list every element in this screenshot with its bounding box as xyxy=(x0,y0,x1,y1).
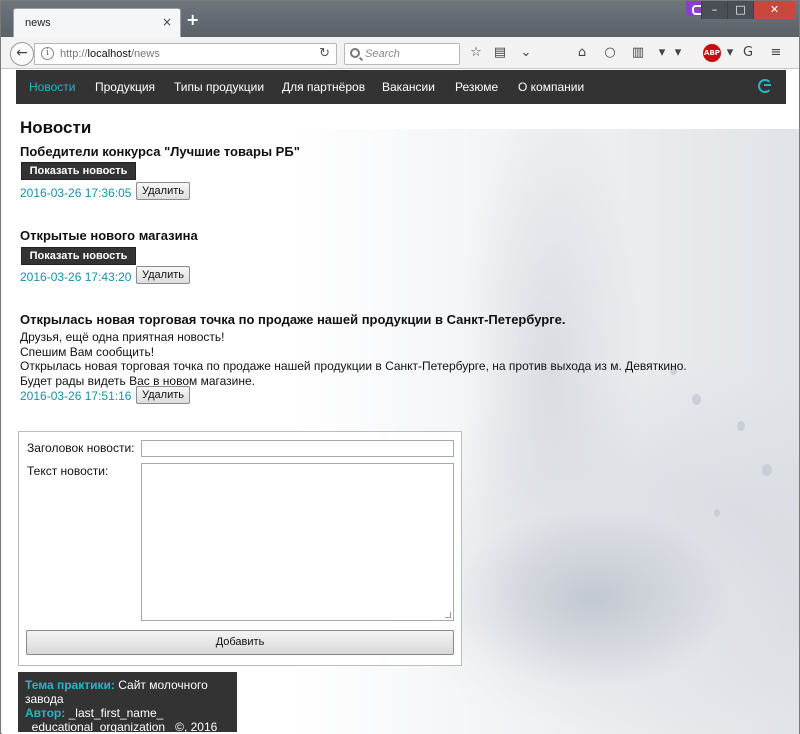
nav-item-about[interactable]: О компании xyxy=(518,80,584,94)
nav-item-vacancies[interactable]: Вакансии xyxy=(382,80,435,94)
milk-drop xyxy=(737,421,745,431)
news-date: 2016-03-26 17:36:05 xyxy=(20,186,132,200)
delete-news-button[interactable]: Удалить xyxy=(136,266,190,284)
news-date: 2016-03-26 17:43:20 xyxy=(20,270,132,284)
nav-item-product-types[interactable]: Типы продукции xyxy=(174,80,264,94)
page-title: Новости xyxy=(20,118,92,137)
footer-topic: Тема практики: Сайт молочного завода xyxy=(25,678,230,706)
adblock-plus-icon[interactable]: ABP xyxy=(703,44,721,62)
add-news-form: Заголовок новости: Текст новости: Добави… xyxy=(18,431,462,666)
adblock-dropdown-icon[interactable]: ▾ xyxy=(721,44,739,62)
minimize-button[interactable]: – xyxy=(701,1,727,19)
main-nav: Новости Продукция Типы продукции Для пар… xyxy=(16,70,786,104)
news-body: Друзья, ещё одна приятная новость! Спеши… xyxy=(20,330,687,388)
add-news-button[interactable]: Добавить xyxy=(26,630,454,655)
window-controls: – □ ✕ xyxy=(701,1,795,19)
milk-drop xyxy=(692,394,701,405)
footer-author-key: Автор: xyxy=(25,706,66,720)
search-input[interactable]: Search xyxy=(344,43,460,65)
tab-strip: news × + – □ ✕ xyxy=(1,1,799,37)
reload-icon[interactable]: ↻ xyxy=(319,46,330,61)
footer-author-line1: _last_first_name_ xyxy=(68,706,164,720)
milk-drop xyxy=(714,509,720,517)
footer-author-line2: _educational_organization_ ©, 2016 год xyxy=(25,720,218,734)
maximize-button[interactable]: □ xyxy=(727,1,753,19)
browser-toolbar: ← i http://localhost/news ↻ Search ☆ ▤ ⌄… xyxy=(1,37,799,69)
search-placeholder: Search xyxy=(365,48,400,60)
tab-title: news xyxy=(25,17,51,29)
nav-item-news[interactable]: Новости xyxy=(29,80,75,94)
milk-drop xyxy=(762,464,772,476)
show-news-button[interactable]: Показать новость xyxy=(21,162,136,180)
browser-window: news × + – □ ✕ ← i http://localhost/news… xyxy=(0,0,800,734)
delete-news-button[interactable]: Удалить xyxy=(136,386,190,404)
footer-author: Автор: _last_first_name_ xyxy=(25,706,230,720)
tab-news[interactable]: news × xyxy=(13,8,181,37)
footer-topic-key: Тема практики: xyxy=(25,678,115,692)
delete-news-button[interactable]: Удалить xyxy=(136,182,190,200)
back-button[interactable]: ← xyxy=(10,42,34,66)
nav-item-products[interactable]: Продукция xyxy=(95,80,155,94)
reading-list-icon[interactable]: ▤ xyxy=(491,44,509,62)
hamburger-menu-icon[interactable]: ≡ xyxy=(767,44,785,62)
address-bar[interactable]: i http://localhost/news ↻ xyxy=(34,43,337,65)
pocket-icon[interactable]: ⌄ xyxy=(517,44,535,62)
nav-item-resume[interactable]: Резюме xyxy=(455,80,498,94)
news-title: Победители конкурса "Лучшие товары РБ" xyxy=(20,144,300,159)
news-body-line: Открылась новая торговая точка по продаж… xyxy=(20,359,687,373)
logout-icon[interactable] xyxy=(758,79,772,93)
url-text: http://localhost/news xyxy=(60,48,160,60)
news-title-input[interactable] xyxy=(141,440,454,457)
news-body-line: Друзья, ещё одна приятная новость! xyxy=(20,330,225,344)
news-text-label: Текст новости: xyxy=(27,464,109,478)
search-icon xyxy=(350,48,360,58)
news-body-line: Спешим Вам сообщить! xyxy=(20,344,155,359)
page-content: Новости Продукция Типы продукции Для пар… xyxy=(2,69,799,734)
close-window-button[interactable]: ✕ xyxy=(753,1,795,19)
news-title-label: Заголовок новости: xyxy=(27,441,135,455)
show-news-button[interactable]: Показать новость xyxy=(21,247,136,265)
news-body-line: Будет рады видеть Вас в новом магазине. xyxy=(20,373,256,388)
home-icon[interactable]: ⌂ xyxy=(573,44,591,62)
resize-grip-icon[interactable] xyxy=(445,612,451,618)
translate-icon[interactable]: G xyxy=(739,44,757,62)
news-title: Открытые нового магазина xyxy=(20,228,198,243)
tab-close-icon[interactable]: × xyxy=(162,15,172,29)
site-info-icon[interactable]: i xyxy=(41,47,54,60)
bookmark-star-icon[interactable]: ☆ xyxy=(467,44,485,62)
nav-item-partners[interactable]: Для партнёров xyxy=(282,80,365,94)
new-tab-button[interactable]: + xyxy=(186,12,199,28)
library-icon[interactable]: ▥ xyxy=(629,44,647,62)
news-date: 2016-03-26 17:51:16 xyxy=(20,389,132,403)
news-text-textarea[interactable] xyxy=(141,463,454,621)
chat-icon[interactable]: ○ xyxy=(601,44,619,62)
menu-dropdown-icon[interactable]: ▾ xyxy=(669,44,687,62)
news-title: Открылась новая торговая точка по продаж… xyxy=(20,312,566,327)
footer: Тема практики: Сайт молочного завода Авт… xyxy=(18,672,237,734)
